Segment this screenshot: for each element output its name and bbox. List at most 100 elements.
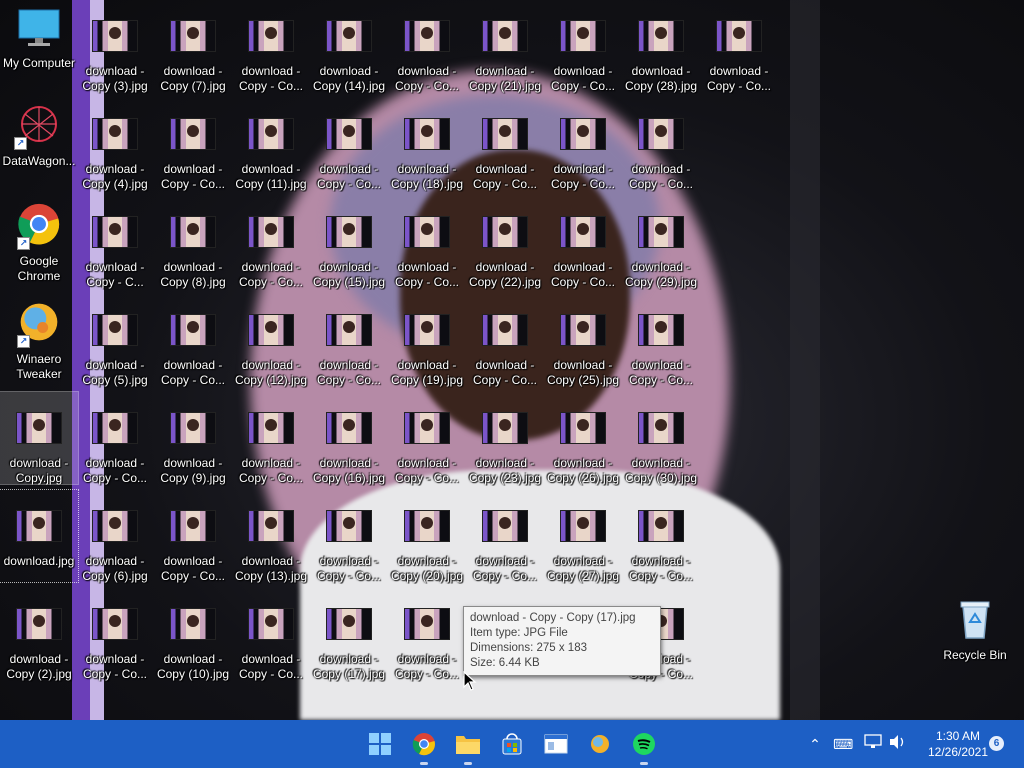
desktop-icon-label: download - Copy - Co... <box>394 260 460 289</box>
chrome-taskbar-button[interactable] <box>406 726 442 765</box>
winaero-button[interactable] <box>582 726 618 762</box>
desktop-file-icon[interactable]: download - Copy (9).jpg <box>154 392 232 485</box>
desktop-file-icon[interactable]: download.jpg <box>0 489 79 583</box>
tooltip-size: Size: 6.44 KB <box>470 657 540 669</box>
file-explorer-button[interactable] <box>450 726 486 765</box>
desktop-file-icon[interactable]: download - Copy - C... <box>76 196 154 289</box>
desktop-file-icon[interactable]: download - Copy - Co... <box>466 490 544 583</box>
desktop-file-icon[interactable]: download - Copy - Co... <box>622 98 700 191</box>
my-computer-shortcut[interactable]: My Computer <box>0 0 78 92</box>
jpg-thumbnail-icon <box>90 216 140 252</box>
google-chrome-shortcut[interactable]: ↗ Google Chrome <box>0 196 78 288</box>
jpg-thumbnail-icon <box>246 118 296 154</box>
desktop-file-icon[interactable]: download - Copy (4).jpg <box>76 98 154 191</box>
desktop-file-icon[interactable]: download - Copy (19).jpg <box>388 294 466 387</box>
desktop-file-icon[interactable]: download - Copy - Co... <box>76 588 154 681</box>
volume-icon[interactable] <box>888 734 908 754</box>
clock-date: 12/26/2021 <box>927 745 989 759</box>
desktop-file-icon[interactable]: download - Copy (17).jpg <box>310 588 388 681</box>
desktop-file-icon[interactable]: download - Copy - Co... <box>544 0 622 93</box>
desktop-file-icon[interactable]: download - Copy (14).jpg <box>310 0 388 93</box>
spotify-icon <box>633 733 655 755</box>
desktop-file-icon[interactable]: download - Copy - Co... <box>622 490 700 583</box>
desktop-file-icon[interactable]: download - Copy - Co... <box>232 0 310 93</box>
window-icon <box>544 734 568 754</box>
desktop-file-icon[interactable]: download - Copy (11).jpg <box>232 98 310 191</box>
winaero-tweaker-shortcut[interactable]: ↗ Winaero Tweaker <box>0 294 78 386</box>
desktop-file-icon[interactable]: download - Copy (3).jpg <box>76 0 154 93</box>
notification-count-badge[interactable]: 6 <box>989 736 1004 751</box>
desktop-file-icon[interactable]: download - Copy - Co... <box>154 98 232 191</box>
desktop-file-icon[interactable]: download - Copy (30).jpg <box>622 392 700 485</box>
desktop-file-icon[interactable]: download - Copy (22).jpg <box>466 196 544 289</box>
desktop-file-icon[interactable]: download - Copy - Co... <box>622 294 700 387</box>
desktop-file-icon[interactable]: download - Copy - Co... <box>466 294 544 387</box>
jpg-thumbnail-icon <box>324 118 374 154</box>
desktop-file-icon[interactable]: download - Copy (7).jpg <box>154 0 232 93</box>
datawagon-shortcut[interactable]: ↗ DataWagon... <box>0 98 78 190</box>
desktop-file-icon[interactable]: download - Copy (2).jpg <box>0 588 78 681</box>
desktop-icon-label: download - Copy (27).jpg <box>546 554 620 583</box>
desktop-file-icon[interactable]: download - Copy - Co... <box>232 392 310 485</box>
jpg-thumbnail-icon <box>14 412 64 448</box>
network-icon[interactable] <box>863 734 883 754</box>
desktop-file-icon[interactable]: download - Copy - Co... <box>700 0 778 93</box>
taskbar-clock[interactable]: 1:30 AM 12/26/2021 <box>918 728 998 760</box>
desktop-file-icon[interactable]: download - Copy (18).jpg <box>388 98 466 191</box>
desktop-file-icon[interactable]: download - Copy (25).jpg <box>544 294 622 387</box>
desktop-file-icon[interactable]: download - Copy (15).jpg <box>310 196 388 289</box>
desktop-file-icon[interactable]: download - Copy - Co... <box>544 196 622 289</box>
desktop-icon-label: download.jpg <box>3 554 75 568</box>
desktop-file-icon[interactable]: download - Copy (6).jpg <box>76 490 154 583</box>
desktop-icon-label: download - Copy - Co... <box>628 162 694 191</box>
recycle-bin-label: Recycle Bin <box>943 648 1007 662</box>
winaero-icon: ↗ <box>17 300 61 348</box>
jpg-thumbnail-icon <box>402 314 452 350</box>
desktop-icon-label: download - Copy (20).jpg <box>390 554 464 583</box>
spotify-button[interactable] <box>626 726 662 765</box>
desktop-file-icon[interactable]: download - Copy (23).jpg <box>466 392 544 485</box>
desktop-file-icon[interactable]: download - Copy (13).jpg <box>232 490 310 583</box>
desktop-file-icon[interactable]: download - Copy - Co... <box>388 196 466 289</box>
desktop-file-icon[interactable]: download - Copy - Co... <box>388 0 466 93</box>
desktop-file-icon[interactable]: download - Copy (10).jpg <box>154 588 232 681</box>
jpg-thumbnail-icon <box>558 510 608 546</box>
desktop-file-icon[interactable]: download - Copy - Co... <box>544 98 622 191</box>
show-hidden-icons-chevron-icon[interactable]: ⌃ <box>805 734 825 754</box>
desktop-file-icon[interactable]: download - Copy - Co... <box>232 196 310 289</box>
desktop-file-icon[interactable]: download - Copy (26).jpg <box>544 392 622 485</box>
jpg-thumbnail-icon <box>90 20 140 56</box>
recycle-bin-icon[interactable]: Recycle Bin <box>936 590 1014 682</box>
desktop-file-icon[interactable]: download - Copy - Co... <box>232 588 310 681</box>
desktop-file-icon[interactable]: download - Copy - Co... <box>466 98 544 191</box>
desktop-file-icon[interactable]: download - Copy (21).jpg <box>466 0 544 93</box>
desktop-file-icon[interactable]: download - Copy - Co... <box>310 98 388 191</box>
desktop-file-icon[interactable]: download - Copy - Co... <box>154 294 232 387</box>
desktop-file-icon[interactable]: download - Copy - Co... <box>76 392 154 485</box>
store-button[interactable] <box>494 726 530 762</box>
desktop-file-icon[interactable]: download - Copy.jpg <box>0 391 79 485</box>
desktop-file-icon[interactable]: download - Copy (16).jpg <box>310 392 388 485</box>
desktop-file-icon[interactable]: download - Copy - Co... <box>388 392 466 485</box>
desktop-file-icon[interactable]: download - Copy (12).jpg <box>232 294 310 387</box>
desktop-icon-label: download - Copy - Co... <box>394 64 460 93</box>
desktop-file-icon[interactable]: download - Copy - Co... <box>388 588 466 681</box>
desktop-file-icon[interactable]: download - Copy - Co... <box>310 490 388 583</box>
desktop-file-icon[interactable]: download - Copy (20).jpg <box>388 490 466 583</box>
desktop-file-icon[interactable]: download - Copy - Co... <box>154 490 232 583</box>
jpg-thumbnail-icon <box>480 412 530 448</box>
keyboard-icon[interactable]: ⌨ <box>833 734 853 754</box>
desktop-file-icon[interactable]: download - Copy - Co... <box>310 294 388 387</box>
desktop-file-icon[interactable]: download - Copy (8).jpg <box>154 196 232 289</box>
desktop-icon-label: download - Copy (16).jpg <box>312 456 386 485</box>
desktop-file-icon[interactable]: download - Copy (29).jpg <box>622 196 700 289</box>
start-button[interactable] <box>362 726 398 762</box>
desktop-icon-label: download - Copy (17).jpg <box>312 652 386 681</box>
desktop-file-icon[interactable]: download - Copy (28).jpg <box>622 0 700 93</box>
datawagon-icon: ↗ <box>14 104 64 150</box>
desktop-file-icon[interactable]: download - Copy (27).jpg <box>544 490 622 583</box>
window-app-button[interactable] <box>538 726 574 762</box>
jpg-thumbnail-icon <box>480 216 530 252</box>
desktop-file-icon[interactable]: download - Copy (5).jpg <box>76 294 154 387</box>
desktop-icon-label: download - Copy (13).jpg <box>234 554 308 583</box>
